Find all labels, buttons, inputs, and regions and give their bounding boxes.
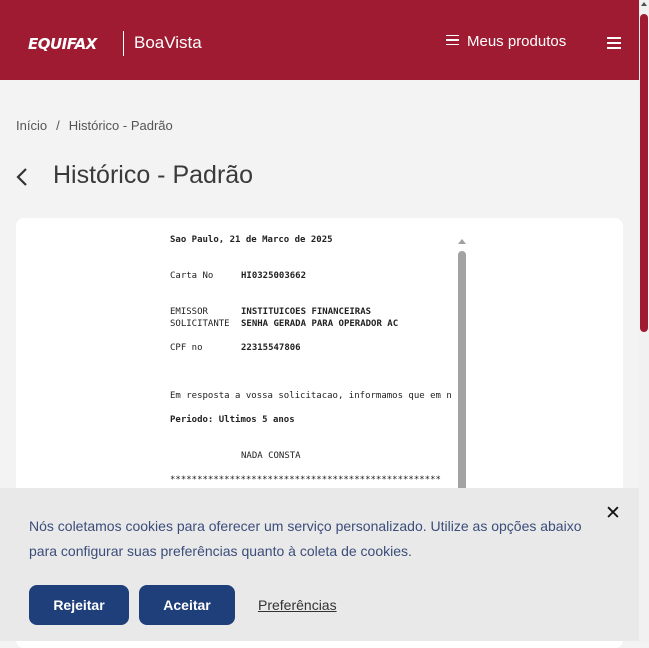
breadcrumb-separator: /	[56, 118, 60, 133]
doc-periodo-line: Periodo: Ultimos 5 anos	[170, 415, 295, 425]
doc-scroll-thumb[interactable]	[458, 251, 466, 501]
doc-divider: ****************************************…	[170, 475, 441, 485]
scroll-up-icon[interactable]	[641, 2, 647, 6]
doc-status: NADA CONSTA	[241, 451, 301, 461]
document-scrollbar[interactable]	[456, 236, 468, 501]
breadcrumb: Início / Histórico - Padrão	[16, 118, 173, 133]
page-scrollbar[interactable]	[639, 0, 649, 641]
accept-cookies-button[interactable]: Aceitar	[139, 585, 235, 625]
logo-divider	[123, 31, 124, 56]
doc-solicitante-label: SOLICITANTE	[170, 319, 230, 329]
doc-emissor-label: EMISSOR	[170, 307, 208, 317]
reject-cookies-button[interactable]: Rejeitar	[29, 585, 129, 625]
doc-emissor-value: INSTITUICOES FINANCEIRAS	[241, 307, 372, 317]
breadcrumb-home-link[interactable]: Início	[16, 118, 47, 133]
back-arrow-icon[interactable]	[16, 168, 28, 191]
hamburger-icon[interactable]	[607, 37, 621, 52]
cookie-banner: Nós coletamos cookies para oferecer um s…	[0, 488, 639, 641]
doc-cpf-label: CPF no	[170, 343, 203, 353]
doc-carta-value: HI0325003662	[241, 271, 307, 281]
menu-icon	[446, 34, 459, 49]
page-scroll-thumb[interactable]	[640, 14, 648, 332]
my-products-label: Meus produtos	[467, 33, 567, 50]
page-title: Histórico - Padrão	[53, 161, 254, 189]
breadcrumb-current: Histórico - Padrão	[68, 118, 173, 133]
document-viewer[interactable]: Sao Paulo, 21 de Marco de 2025 Carta No …	[170, 235, 455, 495]
my-products-menu[interactable]: Meus produtos	[446, 33, 566, 50]
boavista-logo[interactable]: BoaVista	[134, 33, 202, 53]
cookie-preferences-link[interactable]: Preferências	[258, 597, 337, 613]
doc-response-line: Em resposta a vossa solicitacao, informa…	[170, 391, 452, 401]
close-icon[interactable]: ✕	[605, 502, 621, 525]
doc-scroll-up-icon[interactable]	[458, 239, 466, 244]
doc-cpf-value: 22315547806	[241, 343, 301, 353]
doc-date-line: Sao Paulo, 21 de Marco de 2025	[170, 235, 333, 245]
equifax-logo[interactable]: EQUIFAX	[28, 35, 97, 53]
top-header: EQUIFAX BoaVista Meus produtos	[0, 0, 639, 80]
doc-carta-label: Carta No	[170, 271, 214, 281]
doc-solicitante-value: SENHA GERADA PARA OPERADOR AC	[241, 319, 399, 329]
cookie-message: Nós coletamos cookies para oferecer um s…	[29, 518, 582, 559]
